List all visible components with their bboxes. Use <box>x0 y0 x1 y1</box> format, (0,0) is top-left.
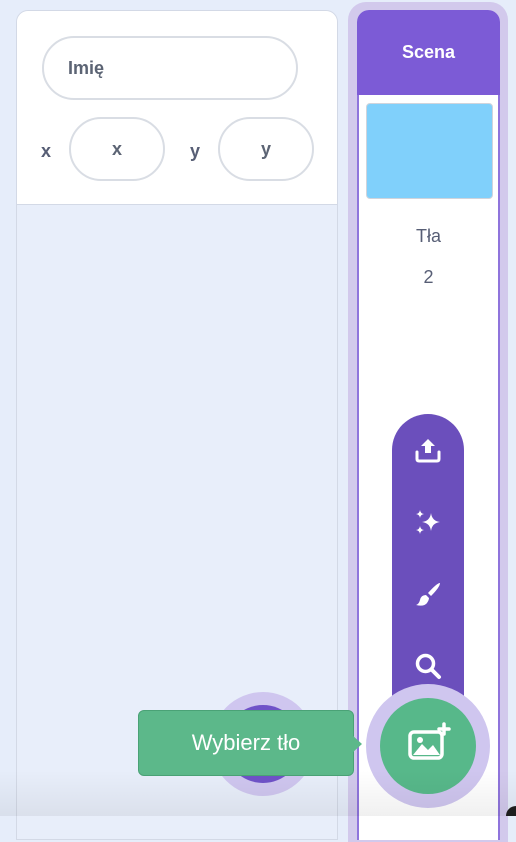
sprite-name-input[interactable]: Imię <box>42 36 298 100</box>
y-placeholder: y <box>260 138 271 159</box>
y-label: y <box>190 141 201 161</box>
backdrops-count: 2 <box>423 267 434 287</box>
choose-backdrop-tooltip: Wybierz tło <box>138 710 354 776</box>
y-position-input[interactable]: y <box>218 117 314 181</box>
choose-backdrop-button[interactable] <box>380 698 476 794</box>
search-icon <box>413 651 443 681</box>
paint-brush-icon <box>413 579 443 609</box>
backdrops-label: Tła <box>415 226 441 246</box>
upload-icon <box>413 435 443 465</box>
x-placeholder: x <box>111 138 122 159</box>
stage-header: Scena <box>357 10 500 95</box>
paint-backdrop-button[interactable] <box>404 570 452 618</box>
x-position-input[interactable]: x <box>69 117 165 181</box>
add-backdrop-image-icon <box>404 720 452 773</box>
stage-title: Scena <box>401 42 456 62</box>
tooltip-arrow <box>352 735 362 753</box>
surprise-backdrop-button[interactable] <box>404 498 452 546</box>
surprise-sparkles-icon <box>413 507 443 537</box>
tooltip-text: Wybierz tło <box>191 730 301 755</box>
sprite-name-placeholder: Imię <box>68 57 105 78</box>
upload-backdrop-button[interactable] <box>404 426 452 474</box>
stage-thumbnail[interactable] <box>366 103 493 199</box>
search-backdrop-button[interactable] <box>404 642 452 690</box>
x-label: x <box>41 141 52 161</box>
sprite-info-section: Imię x x y y <box>17 11 337 205</box>
